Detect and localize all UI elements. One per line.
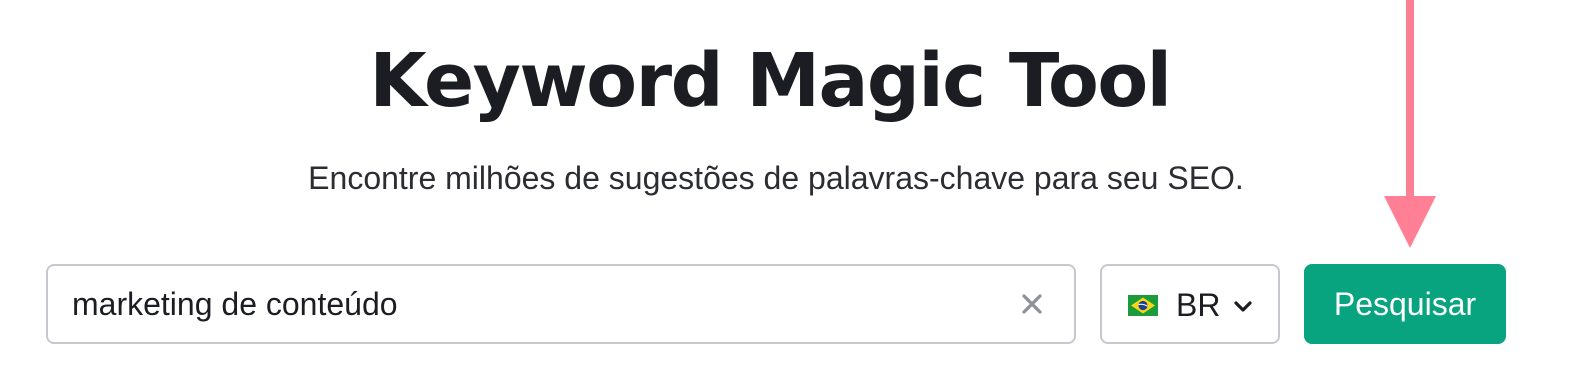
search-button[interactable]: Pesquisar: [1304, 264, 1506, 344]
page-title: Keyword Magic Tool: [369, 38, 1172, 124]
page-subtitle: Encontre milhões de sugestões de palavra…: [308, 160, 1244, 196]
brazil-flag-icon: [1128, 295, 1158, 316]
country-select[interactable]: BR: [1100, 264, 1280, 344]
close-icon[interactable]: [1018, 290, 1046, 318]
keyword-magic-tool-page: Keyword Magic Tool Encontre milhões de s…: [0, 0, 1572, 366]
keyword-search-input[interactable]: [48, 266, 978, 342]
search-box: [46, 264, 1076, 344]
down-arrow-icon: [1384, 0, 1436, 248]
country-code-label: BR: [1176, 287, 1221, 323]
chevron-down-icon: [1234, 301, 1252, 312]
